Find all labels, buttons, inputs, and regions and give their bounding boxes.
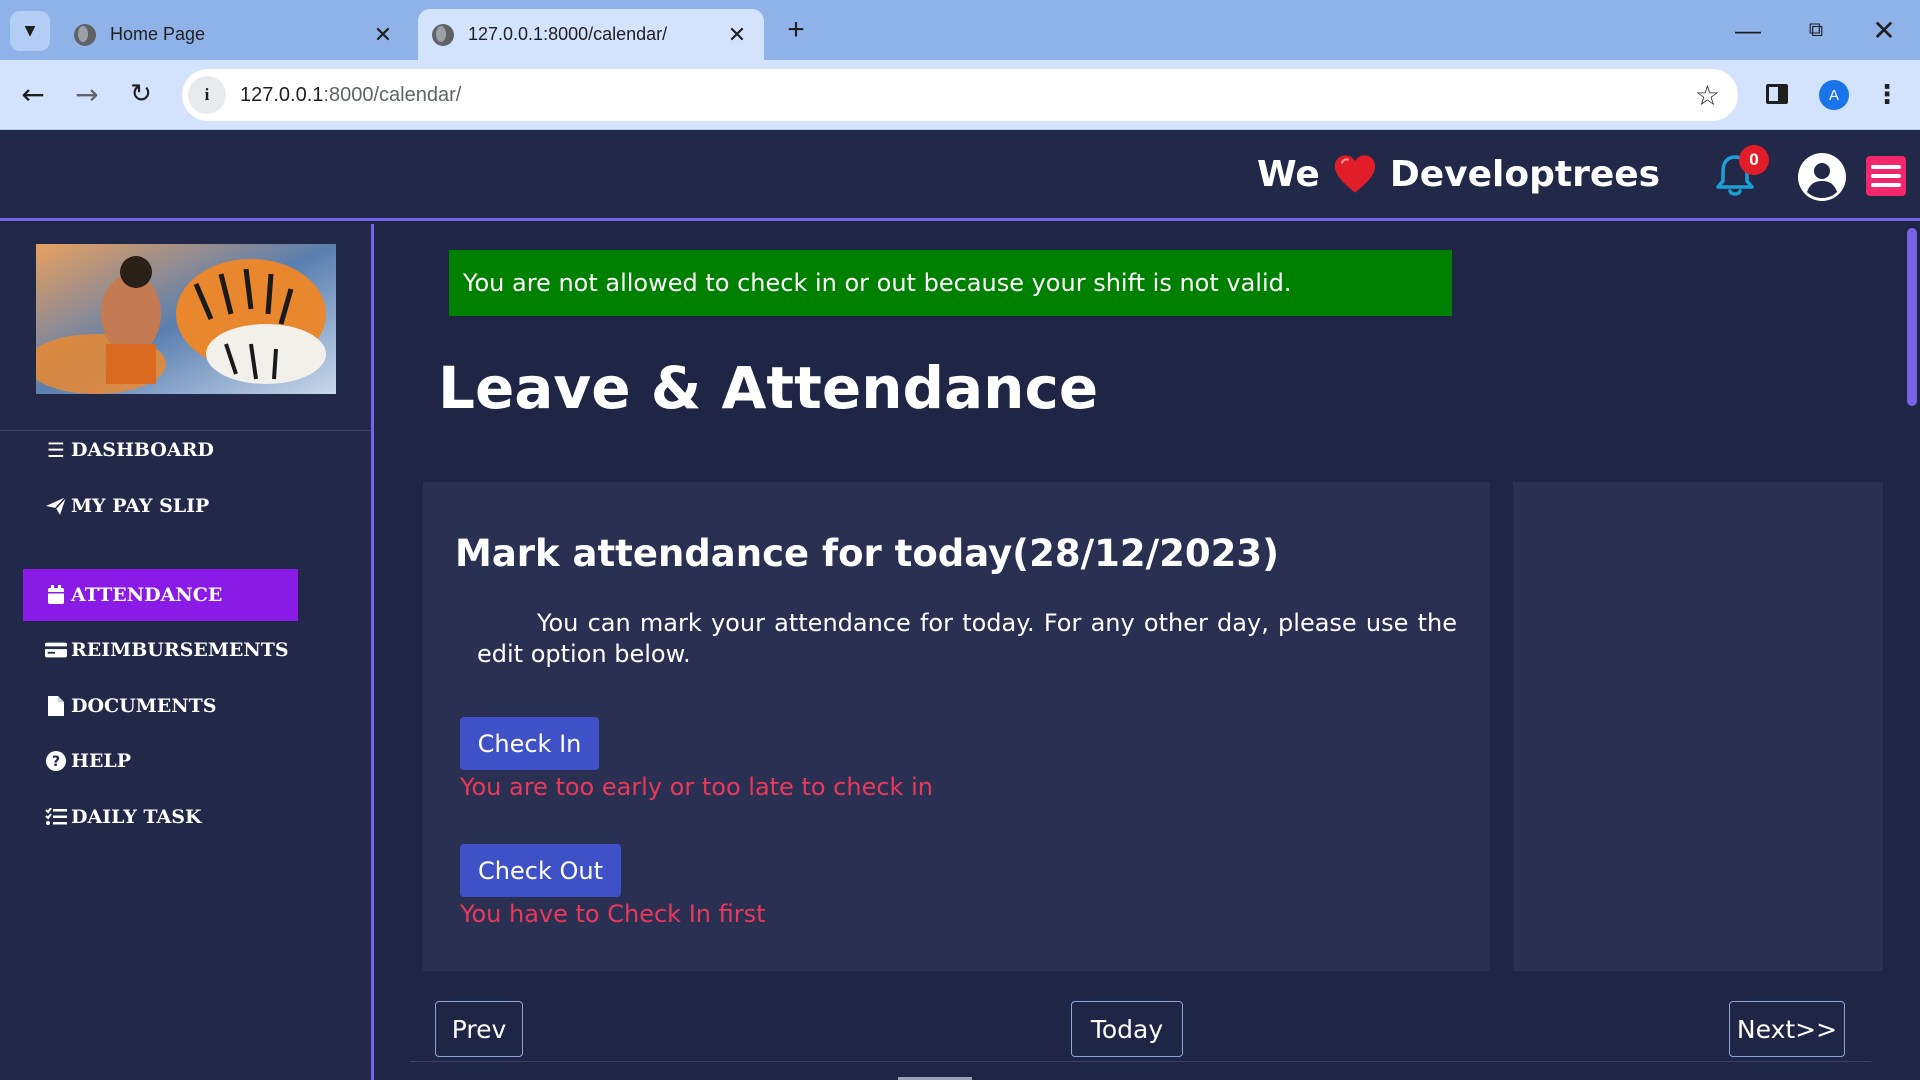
sidebar-item-my-pay-slip[interactable]: MY PAY SLIP: [23, 480, 298, 532]
menu-bar: [1871, 174, 1901, 178]
sidebar-item-daily-task[interactable]: DAILY TASK: [23, 791, 298, 843]
side-info-panel: [1513, 482, 1883, 971]
restore-button[interactable]: ⧉: [1786, 6, 1846, 54]
sidebar-item-label: MY PAY SLIP: [71, 495, 210, 517]
main-content: You are not allowed to check in or out b…: [374, 224, 1902, 1080]
sidebar-item-label: DASHBOARD: [71, 439, 214, 461]
browser-tab-strip: ▼ Home Page ✕ 127.0.0.1:8000/calendar/ ✕…: [0, 0, 1920, 60]
sidebar-item-label: DAILY TASK: [71, 806, 202, 828]
page-scrollbar[interactable]: [1904, 224, 1920, 1080]
chevron-down-icon: ▼: [24, 23, 36, 39]
sidebar-item-documents[interactable]: DOCUMENTS: [23, 680, 298, 732]
brand-we: We: [1257, 153, 1320, 195]
tab-home-page[interactable]: Home Page ✕: [60, 9, 410, 60]
sidebar-item-dashboard[interactable]: ☰ DASHBOARD: [23, 424, 298, 476]
user-avatar-icon[interactable]: [1797, 152, 1847, 202]
sidebar: ☰ DASHBOARD MY PAY SLIP ATTENDANCE REIMB…: [0, 224, 374, 1080]
sidebar-item-label: DOCUMENTS: [71, 695, 217, 717]
minimize-button[interactable]: —: [1718, 6, 1778, 54]
attendance-description: You can mark your attendance for today. …: [477, 609, 1457, 668]
calendar-next-button[interactable]: Next>>: [1729, 1001, 1845, 1057]
credit-card-icon: [45, 639, 67, 661]
bookmark-star-icon[interactable]: ☆: [1695, 79, 1720, 112]
shift-invalid-alert: You are not allowed to check in or out b…: [449, 250, 1452, 316]
tab-title: Home Page: [110, 24, 206, 44]
tab-search-button[interactable]: ▼: [10, 11, 50, 51]
forward-button[interactable]: →: [67, 74, 107, 114]
tab-calendar[interactable]: 127.0.0.1:8000/calendar/ ✕: [418, 9, 764, 60]
company-logo-image: [36, 244, 336, 394]
calendar-top-edge: [410, 1061, 1871, 1080]
calendar-icon: [45, 584, 67, 606]
calendar-prev-button[interactable]: Prev: [435, 1001, 523, 1057]
globe-icon: [74, 23, 96, 46]
globe-icon: [432, 23, 454, 46]
check-in-button[interactable]: Check In: [460, 717, 599, 770]
svg-text:?: ?: [52, 754, 60, 770]
close-icon[interactable]: ✕: [724, 22, 750, 48]
file-icon: [45, 695, 67, 717]
url-host: 127.0.0.1: [240, 83, 324, 106]
check-in-error: You are too early or too late to check i…: [460, 773, 933, 801]
url-text[interactable]: 127.0.0.1:8000/calendar/: [240, 84, 461, 107]
brand-title: We Developtrees: [1257, 149, 1660, 199]
heart-icon: [1334, 155, 1375, 193]
check-out-error: You have to Check In first: [460, 900, 766, 928]
profile-avatar[interactable]: A: [1819, 80, 1849, 110]
menu-bar: [1871, 183, 1901, 187]
browser-menu-icon[interactable]: ⋮: [1872, 78, 1902, 112]
bars-icon: ☰: [47, 438, 65, 462]
side-panel-icon[interactable]: [1766, 84, 1788, 104]
question-circle-icon: ?: [45, 750, 67, 772]
site-info-icon[interactable]: i: [188, 76, 226, 114]
attendance-heading: Mark attendance for today(28/12/2023): [455, 532, 1279, 575]
sidebar-item-label: HELP: [71, 750, 132, 772]
new-tab-button[interactable]: +: [778, 12, 814, 48]
hamburger-menu-button[interactable]: [1866, 156, 1906, 196]
sidebar-item-reimbursements[interactable]: REIMBURSEMENTS: [23, 624, 298, 676]
url-path: :8000/calendar/: [323, 83, 462, 106]
calendar-today-button[interactable]: Today: [1071, 1001, 1183, 1057]
sidebar-item-label: REIMBURSEMENTS: [71, 639, 289, 661]
browser-toolbar: ← → ↻ i 127.0.0.1:8000/calendar/ ☆ A ⋮: [0, 60, 1920, 130]
tab-title: 127.0.0.1:8000/calendar/: [468, 24, 668, 44]
address-bar[interactable]: i 127.0.0.1:8000/calendar/ ☆: [182, 69, 1738, 121]
app-header: We Developtrees 0: [0, 131, 1920, 221]
window-close-button[interactable]: ✕: [1854, 6, 1914, 54]
check-out-button[interactable]: Check Out: [460, 844, 621, 897]
brand-name: Developtrees: [1389, 153, 1661, 195]
sidebar-item-help[interactable]: ? HELP: [23, 735, 298, 787]
reload-button[interactable]: ↻: [121, 74, 161, 114]
menu-bar: [1871, 165, 1901, 169]
sidebar-item-attendance[interactable]: ATTENDANCE: [23, 569, 298, 621]
attendance-panel: Mark attendance for today(28/12/2023) Yo…: [423, 482, 1490, 971]
back-button[interactable]: ←: [13, 74, 53, 114]
notification-count-badge: 0: [1739, 145, 1769, 175]
list-check-icon: [45, 806, 67, 828]
page-title: Leave & Attendance: [438, 354, 1099, 422]
close-icon[interactable]: ✕: [370, 22, 396, 48]
paper-plane-icon: [45, 495, 67, 517]
scrollbar-thumb[interactable]: [1907, 228, 1917, 406]
sidebar-item-label: ATTENDANCE: [71, 584, 223, 606]
